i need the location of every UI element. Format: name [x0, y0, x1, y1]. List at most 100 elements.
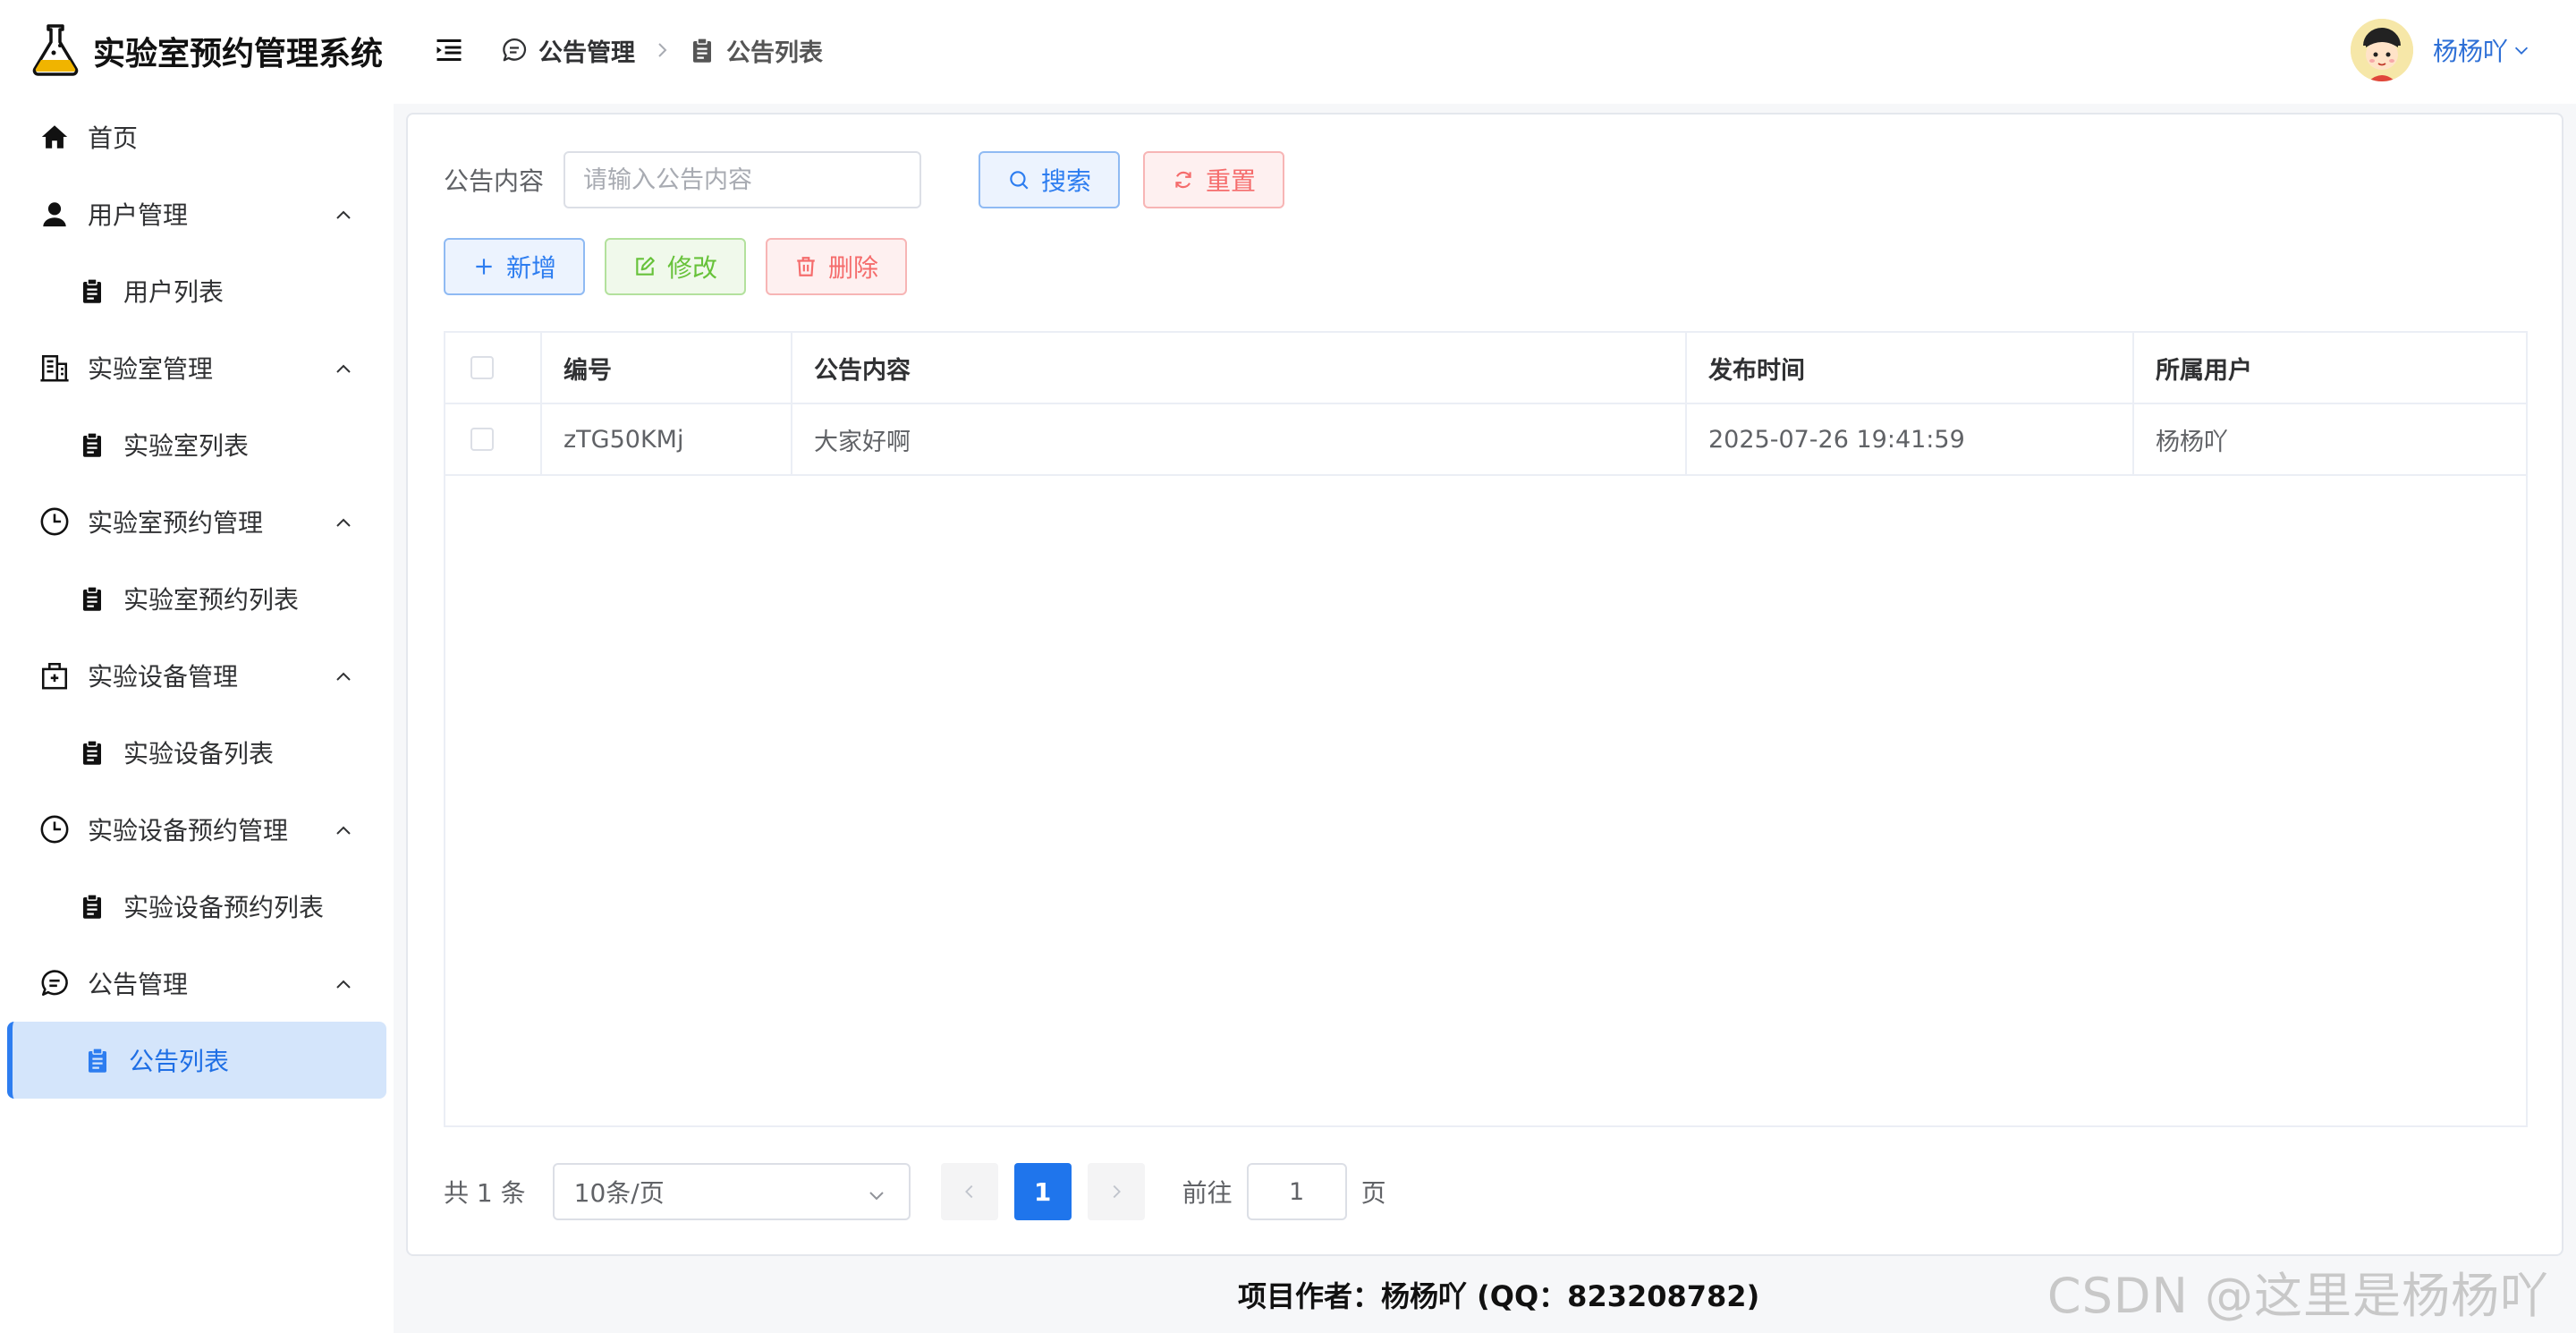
chevron-right-icon — [651, 39, 673, 61]
sidebar: 实验室预约管理系统 首页 用户管理 用户列表 实验室管理 实验室列表 实验室预约… — [0, 0, 394, 1333]
user-icon — [39, 199, 70, 229]
goto-page-input[interactable] — [1246, 1163, 1347, 1220]
row-checkbox[interactable] — [470, 428, 494, 451]
clock-icon — [39, 814, 70, 845]
watermark: CSDN @这里是杨杨吖 — [2046, 1268, 2549, 1324]
sidebar-item-label: 用户列表 — [123, 277, 225, 307]
reset-button-label: 重置 — [1206, 166, 1257, 196]
sidebar-item-lab-management[interactable]: 实验室管理 — [0, 329, 394, 406]
pagination: 共 1 条 10条/页 1 前往 页 — [444, 1163, 1386, 1220]
flask-icon — [27, 21, 84, 81]
sidebar-item-label: 实验室预约列表 — [123, 585, 300, 615]
table-header: 编号 公告内容 发布时间 所属用户 — [445, 333, 2526, 404]
chevron-up-icon — [333, 972, 354, 994]
chevron-up-icon — [333, 511, 354, 532]
column-header-content[interactable]: 公告内容 — [792, 333, 1687, 403]
plus-icon — [472, 255, 496, 278]
user-name: 杨杨吖 — [2432, 37, 2508, 66]
clipboard-icon — [79, 277, 106, 304]
sidebar-item-lab-reservation-list[interactable]: 实验室预约列表 — [0, 560, 394, 637]
app-root: 实验室预约管理系统 首页 用户管理 用户列表 实验室管理 实验室列表 实验室预约… — [0, 0, 2576, 1333]
menu-fold-icon[interactable] — [433, 34, 465, 66]
page-number-button[interactable]: 1 — [1013, 1163, 1072, 1220]
cell-content: 大家好啊 — [792, 404, 1687, 474]
chat-icon — [39, 968, 70, 998]
sidebar-item-user-management[interactable]: 用户管理 — [0, 175, 394, 252]
delete-button-label: 删除 — [828, 253, 879, 283]
chevron-right-icon — [1113, 1184, 1121, 1199]
sidebar-item-label: 实验设备预约列表 — [123, 893, 325, 922]
sidebar-item-label: 公告管理 — [88, 970, 189, 999]
goto-label: 前往 — [1182, 1178, 1233, 1208]
next-page-button[interactable] — [1087, 1163, 1145, 1220]
sidebar-item-equipment-reservation-management[interactable]: 实验设备预约管理 — [0, 791, 394, 868]
box-icon — [39, 660, 70, 691]
sidebar-item-equipment-management[interactable]: 实验设备管理 — [0, 637, 394, 714]
search-input[interactable] — [564, 151, 922, 208]
column-header-id[interactable]: 编号 — [542, 333, 792, 403]
brand[interactable]: 实验室预约管理系统 — [27, 21, 383, 81]
clipboard-icon — [79, 893, 106, 920]
user-menu[interactable]: 杨杨吖 — [2350, 18, 2531, 82]
column-header-time[interactable]: 发布时间 — [1687, 333, 2134, 403]
sidebar-menu: 首页 用户管理 用户列表 实验室管理 实验室列表 实验室预约管理 实验室预约列表… — [0, 98, 394, 1099]
column-header-user[interactable]: 所属用户 — [2134, 333, 2526, 403]
page-size-value: 10条/页 — [573, 1178, 665, 1208]
sidebar-item-label: 公告列表 — [129, 1047, 230, 1076]
search-label: 公告内容 — [444, 166, 545, 196]
chevron-up-icon — [333, 819, 354, 840]
sidebar-item-lab-reservation-management[interactable]: 实验室预约管理 — [0, 483, 394, 560]
action-toolbar: 新增 修改 删除 — [444, 238, 927, 297]
reset-button[interactable]: 重置 — [1143, 151, 1285, 208]
top-header: 公告管理 公告列表 杨杨吖 — [394, 0, 2576, 104]
prev-page-button[interactable] — [940, 1163, 998, 1220]
sidebar-item-lab-list[interactable]: 实验室列表 — [0, 406, 394, 483]
table-row[interactable]: zTG50KMj 大家好啊 2025-07-26 19:41:59 杨杨吖 — [445, 404, 2526, 476]
sidebar-item-label: 实验室列表 — [123, 431, 250, 461]
cell-id: zTG50KMj — [542, 404, 792, 474]
add-button[interactable]: 新增 — [444, 238, 586, 295]
page-size-select[interactable]: 10条/页 — [552, 1163, 911, 1220]
chevron-up-icon — [333, 203, 354, 225]
sidebar-item-label: 实验室预约管理 — [88, 508, 264, 538]
breadcrumb-item-notice-list: 公告列表 — [726, 38, 823, 67]
header-check-cell — [445, 333, 542, 403]
chat-icon — [501, 37, 528, 64]
select-all-checkbox[interactable] — [470, 356, 494, 379]
chevron-up-icon — [333, 665, 354, 686]
chevron-down-icon — [2512, 40, 2531, 60]
clipboard-icon — [79, 585, 106, 612]
breadcrumb: 公告管理 公告列表 — [501, 32, 823, 68]
home-icon — [39, 122, 70, 152]
chevron-up-icon — [333, 357, 354, 378]
sidebar-item-equipment-reservation-list[interactable]: 实验设备预约列表 — [0, 868, 394, 945]
search-button[interactable]: 搜索 — [979, 151, 1121, 208]
clipboard-icon — [84, 1047, 111, 1074]
search-button-label: 搜索 — [1041, 166, 1092, 196]
search-form: 公告内容 搜索 重置 — [444, 150, 1285, 209]
sidebar-item-label: 用户管理 — [88, 200, 189, 230]
chevron-down-icon — [866, 1183, 887, 1204]
main-card: 公告内容 搜索 重置 新增 — [406, 113, 2563, 1256]
sidebar-item-user-list[interactable]: 用户列表 — [0, 252, 394, 329]
sidebar-item-home[interactable]: 首页 — [0, 98, 394, 175]
sidebar-item-label: 实验设备管理 — [88, 662, 239, 692]
sidebar-item-notice-list[interactable]: 公告列表 — [7, 1022, 386, 1099]
sidebar-item-notice-management[interactable]: 公告管理 — [0, 945, 394, 1022]
cell-user: 杨杨吖 — [2156, 428, 2228, 456]
page-suffix: 页 — [1360, 1178, 1386, 1208]
footer-credit: 项目作者：杨杨吖 (QQ：823208782) — [1238, 1279, 1760, 1313]
delete-button[interactable]: 删除 — [766, 238, 908, 295]
clipboard-icon — [79, 431, 106, 458]
sidebar-item-equipment-list[interactable]: 实验设备列表 — [0, 714, 394, 791]
sidebar-item-label: 实验设备预约管理 — [88, 816, 289, 845]
edit-button[interactable]: 修改 — [605, 238, 747, 295]
clipboard-icon — [689, 37, 716, 64]
pagination-total: 共 1 条 — [444, 1178, 526, 1208]
breadcrumb-item-notice-management[interactable]: 公告管理 — [538, 33, 635, 68]
clock-icon — [39, 506, 70, 537]
cell-time: 2025-07-26 19:41:59 — [1687, 404, 2134, 474]
page-jumper: 前往 页 — [1182, 1163, 1386, 1220]
edit-button-label: 修改 — [667, 253, 718, 283]
sidebar-item-label: 首页 — [88, 123, 139, 153]
